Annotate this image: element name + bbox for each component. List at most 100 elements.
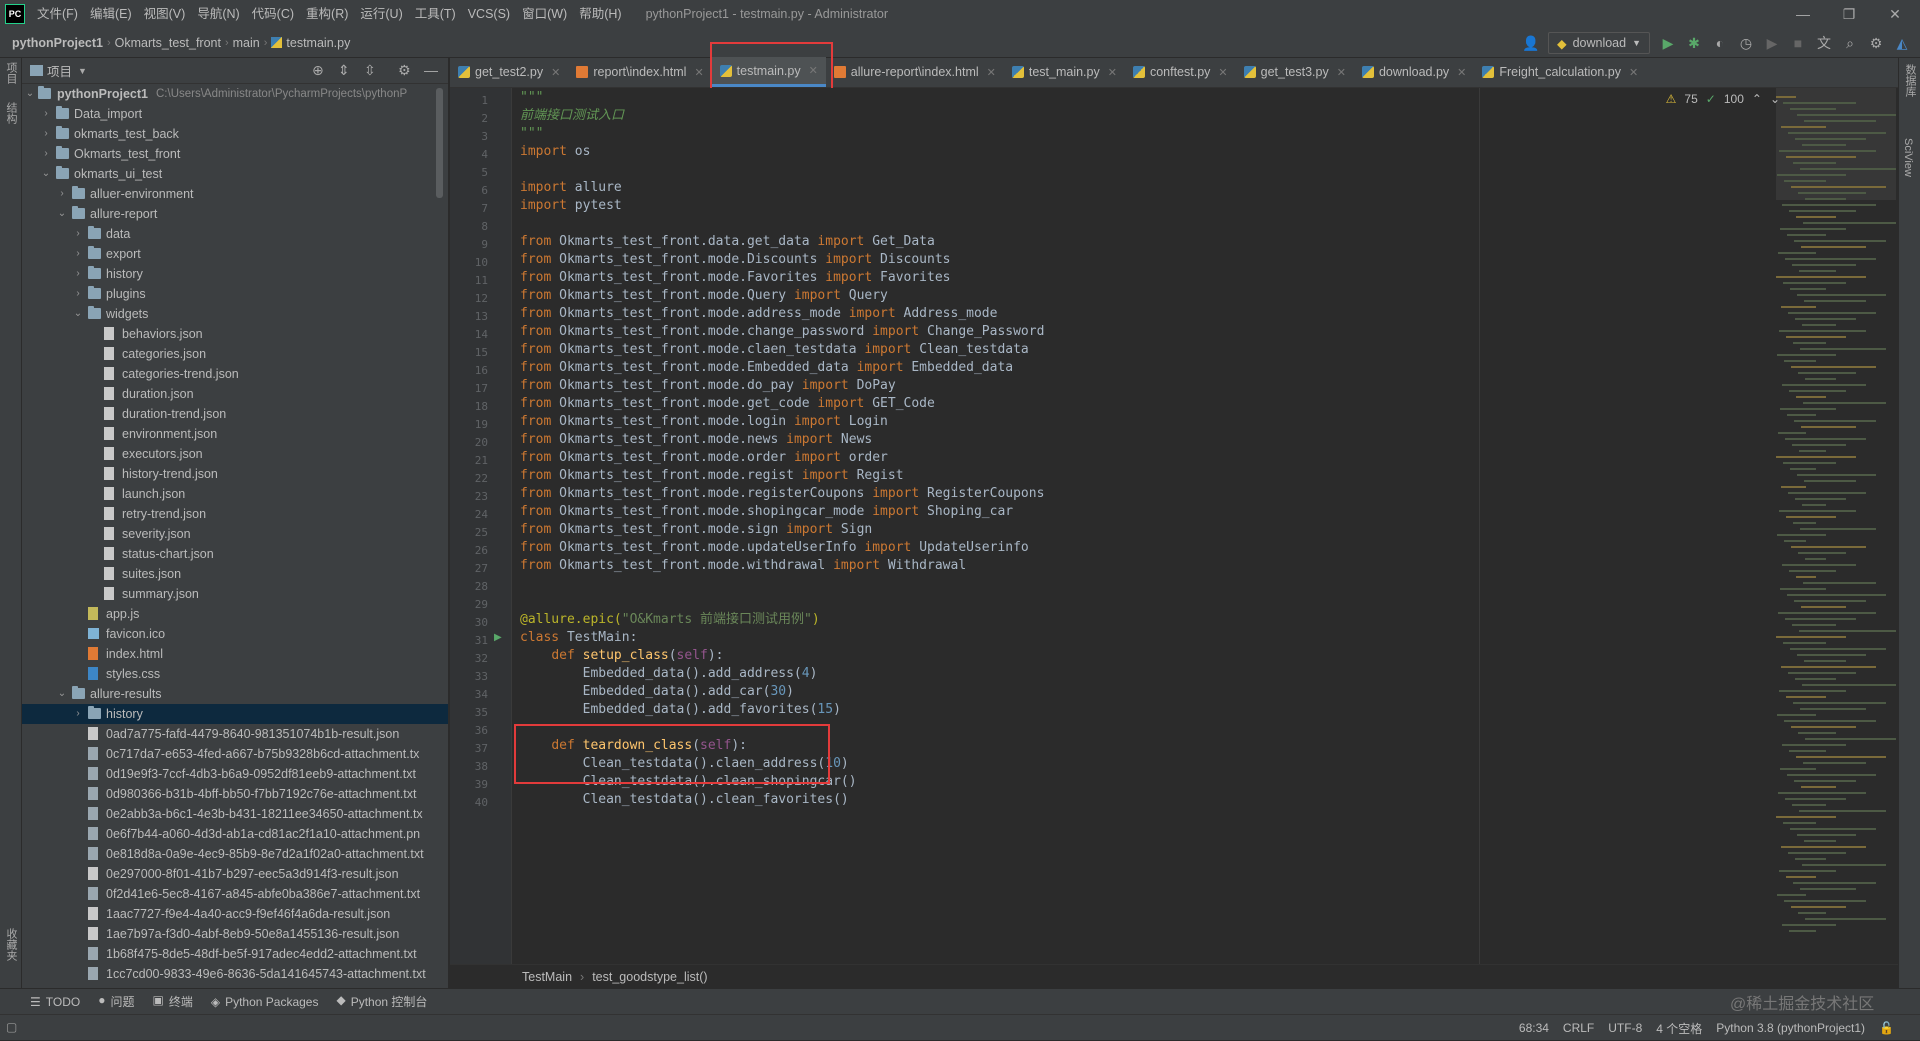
- locate-icon[interactable]: ⊕: [312, 62, 324, 79]
- editor-tab[interactable]: allure-report\index.html ✕: [826, 57, 1004, 87]
- editor-tab[interactable]: Freight_calculation.py ✕: [1474, 57, 1646, 87]
- chevron-down-icon[interactable]: ⌄: [40, 164, 52, 184]
- tool-window-button[interactable]: ▣ 终端: [152, 993, 192, 1010]
- tree-item[interactable]: 0ad7a775-fafd-4479-8640-981351074b1b-res…: [22, 724, 448, 744]
- chevron-right-icon[interactable]: ›: [72, 704, 84, 724]
- search-icon[interactable]: ⌕: [1842, 35, 1858, 52]
- coverage-icon[interactable]: ◐: [1712, 35, 1728, 51]
- breadcrumb-class[interactable]: TestMain: [522, 970, 572, 984]
- run-config-select[interactable]: ◆ download ▼: [1547, 32, 1650, 54]
- tree-item[interactable]: retry-trend.json: [22, 504, 448, 524]
- tree-item[interactable]: severity.json: [22, 524, 448, 544]
- menu-item[interactable]: 运行(U): [354, 0, 408, 28]
- tool-tab-sciview[interactable]: SciView: [1902, 138, 1914, 177]
- tree-item[interactable]: › okmarts_test_back: [22, 124, 448, 144]
- translate-icon[interactable]: 文: [1816, 33, 1832, 53]
- tree-item[interactable]: 0d19e9f3-7ccf-4db3-b6a9-0952df81eeb9-att…: [22, 764, 448, 784]
- menu-item[interactable]: 代码(C): [246, 0, 300, 28]
- chevron-down-icon[interactable]: ▼: [78, 66, 87, 76]
- chevron-down-icon[interactable]: ⌄: [56, 684, 68, 704]
- run-icon[interactable]: ▶: [1660, 35, 1676, 52]
- tree-item[interactable]: › alluer-environment: [22, 184, 448, 204]
- close-icon[interactable]: ✕: [1457, 66, 1466, 79]
- tree-item[interactable]: styles.css: [22, 664, 448, 684]
- tool-tab-favorites[interactable]: 收藏夹: [3, 928, 19, 961]
- expand-all-icon[interactable]: ⇕: [338, 62, 350, 79]
- chevron-down-icon[interactable]: ⌄: [56, 204, 68, 224]
- tree-item[interactable]: ⌄ allure-report: [22, 204, 448, 224]
- editor-tab[interactable]: test_main.py ✕: [1004, 57, 1125, 87]
- tool-tab-project[interactable]: 项目: [3, 62, 19, 84]
- tool-window-button[interactable]: ☰ TODO: [30, 995, 80, 1009]
- file-encoding[interactable]: UTF-8: [1608, 1021, 1642, 1035]
- breadcrumb-method[interactable]: test_goodstype_list(): [592, 970, 707, 984]
- code-editor[interactable]: 1 2 3 4 5 6 7 8 9 10 11 12 13 14 15 16 17 18 19 20 21 22 23 24 2…: [450, 88, 1920, 964]
- tree-item[interactable]: ⌄ okmarts_ui_test: [22, 164, 448, 184]
- menu-item[interactable]: 文件(F): [31, 0, 84, 28]
- chevron-right-icon[interactable]: ›: [72, 224, 84, 244]
- user-icon[interactable]: 👤: [1522, 35, 1539, 52]
- chevron-right-icon[interactable]: ›: [56, 184, 68, 204]
- project-scrollbar[interactable]: [436, 88, 443, 198]
- editor-tab[interactable]: get_test3.py ✕: [1236, 57, 1354, 87]
- indent-setting[interactable]: 4 个空格: [1656, 1020, 1702, 1037]
- close-icon[interactable]: ✕: [1337, 66, 1346, 79]
- close-icon[interactable]: ✕: [987, 66, 996, 79]
- editor-tab[interactable]: conftest.py ✕: [1125, 57, 1236, 87]
- tool-window-button[interactable]: ● 问题: [98, 993, 134, 1010]
- caret-position[interactable]: 68:34: [1519, 1021, 1549, 1035]
- line-separator[interactable]: CRLF: [1563, 1021, 1594, 1035]
- close-icon[interactable]: ✕: [551, 66, 560, 79]
- breadcrumb-item[interactable]: Okmarts_test_front: [111, 36, 225, 50]
- tree-item[interactable]: › data: [22, 224, 448, 244]
- tree-item[interactable]: 1b68f475-8de5-48df-be5f-917adec4edd2-att…: [22, 944, 448, 964]
- editor-tab[interactable]: report\index.html ✕: [568, 57, 711, 87]
- tree-item[interactable]: history-trend.json: [22, 464, 448, 484]
- chevron-right-icon[interactable]: ›: [40, 104, 52, 124]
- chevron-up-icon[interactable]: ⌃: [1752, 92, 1762, 106]
- close-icon[interactable]: ✕: [1629, 66, 1638, 79]
- editor-tab[interactable]: get_test2.py ✕: [450, 57, 568, 87]
- tree-item[interactable]: suites.json: [22, 564, 448, 584]
- tree-item[interactable]: › Data_import: [22, 104, 448, 124]
- tree-item[interactable]: › history: [22, 704, 448, 724]
- tool-tab-database[interactable]: 数据库: [1902, 64, 1918, 97]
- code-minimap[interactable]: [1776, 88, 1896, 964]
- menu-item[interactable]: 帮助(H): [573, 0, 627, 28]
- tree-item[interactable]: 0f2d41e6-5ec8-4167-a845-abfe0ba386e7-att…: [22, 884, 448, 904]
- tree-item[interactable]: 1cc7cd00-9833-49e6-8636-5da141645743-att…: [22, 964, 448, 984]
- lock-icon[interactable]: 🔓: [1879, 1021, 1894, 1035]
- tree-item[interactable]: › plugins: [22, 284, 448, 304]
- tool-window-button[interactable]: ◆ Python 控制台: [336, 993, 427, 1010]
- stop-icon[interactable]: ■: [1790, 35, 1806, 51]
- breadcrumb-item[interactable]: main: [229, 36, 264, 50]
- tree-item[interactable]: app.js: [22, 604, 448, 624]
- close-icon[interactable]: ✕: [1108, 66, 1117, 79]
- close-icon[interactable]: ✕: [694, 66, 703, 79]
- tree-item[interactable]: launch.json: [22, 484, 448, 504]
- tree-item[interactable]: 0e6f7b44-a060-4d3d-ab1a-cd81ac2f1a10-att…: [22, 824, 448, 844]
- run-gutter-icon[interactable]: ▶: [494, 632, 502, 643]
- close-window-button[interactable]: ✕: [1872, 0, 1918, 28]
- tree-item[interactable]: › export: [22, 244, 448, 264]
- code-area[interactable]: """ 前端接口测试入口 """ import os import allure impo…: [520, 88, 1480, 964]
- tree-item[interactable]: 0d980366-b31b-4bff-bb50-f7bb7192c76e-att…: [22, 784, 448, 804]
- chevron-down-icon[interactable]: ⌄: [72, 304, 84, 324]
- minimize-button[interactable]: —: [1780, 0, 1826, 28]
- menu-item[interactable]: VCS(S): [462, 0, 516, 28]
- tree-item[interactable]: duration.json: [22, 384, 448, 404]
- tree-item[interactable]: ⌄ allure-results: [22, 684, 448, 704]
- close-icon[interactable]: ✕: [1218, 66, 1227, 79]
- menu-item[interactable]: 重构(R): [300, 0, 354, 28]
- tree-item[interactable]: ⌄ widgets: [22, 304, 448, 324]
- chevron-right-icon[interactable]: ›: [72, 284, 84, 304]
- editor-tab[interactable]: download.py ✕: [1354, 57, 1474, 87]
- tree-item[interactable]: status-chart.json: [22, 544, 448, 564]
- tree-root[interactable]: ⌄ pythonProject1 C:\Users\Administrator\…: [22, 84, 448, 104]
- inspection-widget[interactable]: ⚠ 75 ✓ 100 ⌃ ⌄: [1666, 92, 1780, 106]
- chevron-down-icon[interactable]: ⌄: [24, 84, 36, 104]
- tree-item[interactable]: behaviors.json: [22, 324, 448, 344]
- tree-item[interactable]: › history: [22, 264, 448, 284]
- hide-panel-icon[interactable]: —: [424, 62, 438, 78]
- tree-item[interactable]: categories-trend.json: [22, 364, 448, 384]
